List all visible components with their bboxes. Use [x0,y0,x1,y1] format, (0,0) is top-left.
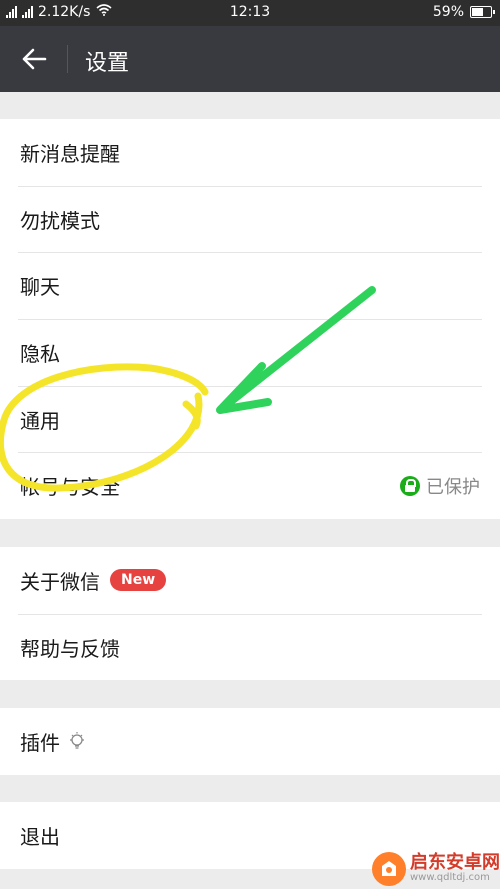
app-bar-divider [67,45,68,73]
settings-item-privacy[interactable]: 隐私 [0,319,500,386]
new-badge: New [110,569,167,592]
settings-item-label: 勿扰模式 [20,208,100,233]
status-bar: 2.12K/s 12:13 59% [0,0,500,26]
watermark-url: www.qdltdj.com [410,872,490,883]
status-right: 59% [432,4,495,20]
settings-group-plugins: 插件 [0,708,500,775]
back-button[interactable] [14,41,54,77]
clock: 12:13 [229,4,271,20]
settings-item-label: 聊天 [20,275,60,300]
settings-item-label: 退出 [20,824,60,849]
settings-item-label: 隐私 [20,341,60,366]
watermark-brand: 启东安卓网 [410,852,500,873]
lock-icon [400,475,420,496]
battery-percent: 59% [432,4,464,20]
settings-item-plugins[interactable]: 插件 [0,708,500,775]
protection-status-text: 已保护 [426,476,480,498]
settings-item-label: 关于微信 [20,569,100,594]
settings-group-about: 关于微信 New 帮助与反馈 [0,547,500,681]
app-bar: 设置 [0,26,500,92]
settings-item-do-not-disturb[interactable]: 勿扰模式 [0,185,500,253]
settings-item-chat[interactable]: 聊天 [0,252,500,319]
watermark-logo-icon [372,852,406,886]
battery-icon [470,6,495,18]
battery-fill [472,8,483,16]
page-title: 设置 [85,51,130,76]
settings-item-general[interactable]: 通用 [0,385,500,453]
settings-item-account-security[interactable]: 帐号与安全 已保护 [0,452,500,519]
settings-item-label: 插件 [20,730,60,755]
settings-item-label: 帐号与安全 [20,475,120,500]
settings-item-label: 帮助与反馈 [20,636,120,661]
arrow-left-icon [22,48,47,70]
bulb-icon [68,731,86,751]
watermark: 启东安卓网 www.qdltdj.com [372,852,500,886]
settings-item-help-feedback[interactable]: 帮助与反馈 [0,613,500,681]
protection-status: 已保护 [400,473,480,499]
settings-item-label: 新消息提醒 [20,141,120,166]
settings-item-notifications[interactable]: 新消息提醒 [0,119,500,186]
settings-group-main: 新消息提醒 勿扰模式 聊天 隐私 通用 帐号与安全 已保护 [0,119,500,520]
settings-item-label: 通用 [20,408,60,433]
settings-item-about-wechat[interactable]: 关于微信 New [0,547,500,614]
watermark-text: 启东安卓网 www.qdltdj.com [410,854,500,884]
